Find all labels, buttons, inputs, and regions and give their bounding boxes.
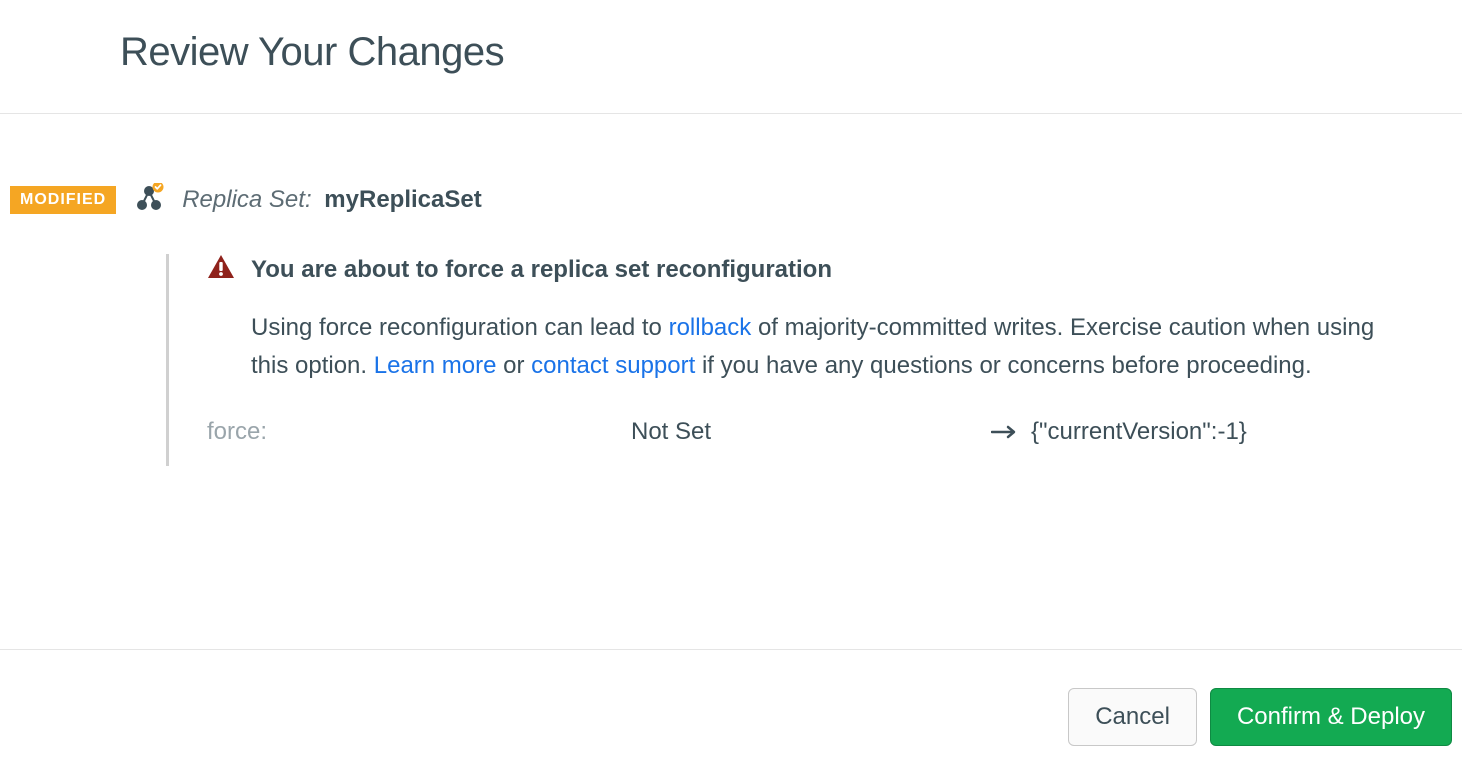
diff-row: force: Not Set {"currentVersion":-1}: [207, 418, 1412, 466]
arrow-right-icon: [991, 425, 1017, 439]
warning-icon: [207, 254, 235, 285]
replica-set-label: Replica Set: myReplicaSet: [182, 186, 481, 214]
detail-block: You are about to force a replica set rec…: [166, 254, 1452, 466]
confirm-deploy-button[interactable]: Confirm & Deploy: [1210, 688, 1452, 746]
diff-field-name: force:: [207, 418, 631, 446]
warning-title: You are about to force a replica set rec…: [251, 256, 832, 284]
warning-text-4: if you have any questions or concerns be…: [695, 352, 1311, 379]
content: MODIFIED Replica Set: myReplicaSet: [0, 114, 1462, 466]
header: Review Your Changes: [0, 0, 1462, 114]
contact-support-link[interactable]: contact support: [531, 352, 695, 379]
rollback-link[interactable]: rollback: [669, 314, 752, 341]
warning-header: You are about to force a replica set rec…: [207, 254, 1412, 285]
diff-old-value: Not Set: [631, 418, 991, 446]
diff-new-value: {"currentVersion":-1}: [1031, 418, 1247, 446]
change-summary-row: MODIFIED Replica Set: myReplicaSet: [10, 186, 1452, 214]
warning-text-3: or: [496, 352, 531, 379]
learn-more-link[interactable]: Learn more: [374, 352, 497, 379]
modified-badge: MODIFIED: [10, 186, 116, 214]
replica-set-name: myReplicaSet: [324, 186, 481, 213]
footer: Cancel Confirm & Deploy: [0, 649, 1462, 780]
cancel-button[interactable]: Cancel: [1068, 688, 1197, 746]
warning-body: Using force reconfiguration can lead to …: [251, 309, 1412, 386]
warning-text-1: Using force reconfiguration can lead to: [251, 314, 669, 341]
replica-set-icon: [134, 183, 164, 213]
replica-set-type: Replica Set:: [182, 186, 311, 213]
page-title: Review Your Changes: [120, 30, 1462, 75]
